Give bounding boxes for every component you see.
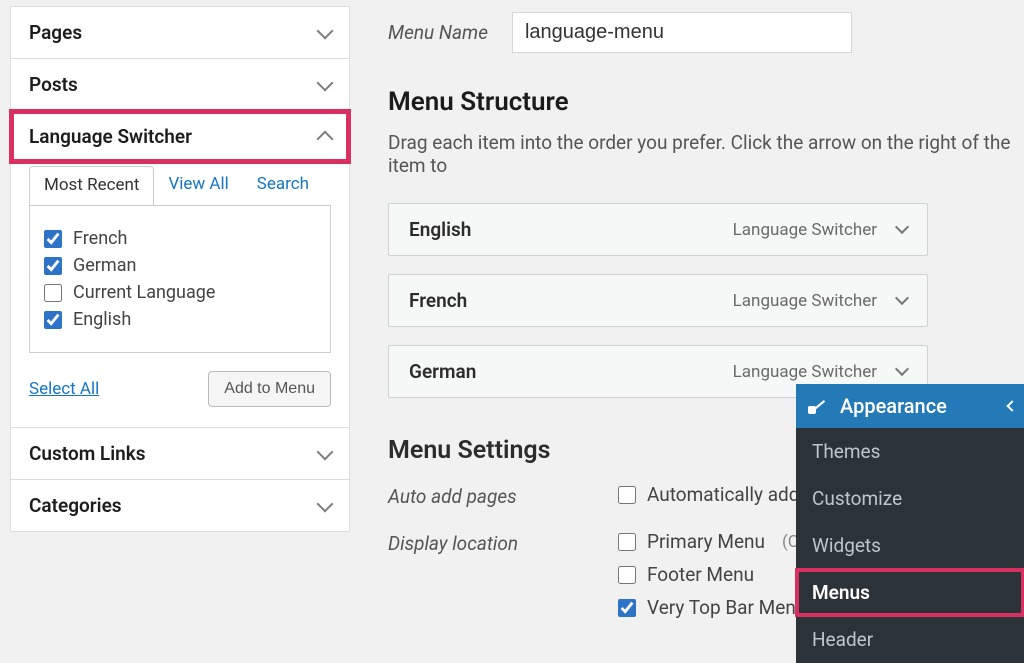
metabox-language-switcher: Language Switcher Most Recent View All S… bbox=[10, 111, 350, 428]
checkbox-german[interactable] bbox=[44, 257, 62, 275]
flyout-header-appearance[interactable]: Appearance bbox=[796, 384, 1024, 428]
checkbox-label: German bbox=[73, 255, 136, 276]
tab-view-all[interactable]: View All bbox=[154, 166, 242, 205]
metabox-head-custom-links[interactable]: Custom Links bbox=[11, 428, 349, 479]
auto-add-pages-option[interactable]: Automatically add n bbox=[618, 483, 815, 506]
metabox-head-language-switcher[interactable]: Language Switcher bbox=[11, 111, 349, 162]
lang-opt-german[interactable]: German bbox=[44, 255, 316, 276]
menu-item-title: English bbox=[409, 218, 471, 241]
menu-structure-title: Menu Structure bbox=[388, 87, 1024, 117]
checkbox-label: French bbox=[73, 228, 127, 249]
metabox-title: Pages bbox=[29, 21, 82, 44]
menu-item-type-label: Language Switcher bbox=[733, 362, 877, 382]
metabox-body-language-switcher: Most Recent View All Search French Germa… bbox=[11, 162, 349, 427]
checkbox-auto-add-pages[interactable] bbox=[618, 486, 636, 504]
settings-label: Display location bbox=[388, 530, 618, 555]
menu-item-title: German bbox=[409, 360, 476, 383]
chevron-down-icon bbox=[317, 74, 334, 91]
chevron-left-icon bbox=[1006, 400, 1017, 411]
checkbox-current-language[interactable] bbox=[44, 284, 62, 302]
chevron-down-icon[interactable] bbox=[895, 361, 909, 375]
chevron-down-icon[interactable] bbox=[895, 219, 909, 233]
flyout-title: Appearance bbox=[840, 394, 947, 418]
flyout-item-header[interactable]: Header bbox=[796, 616, 1024, 663]
lang-switcher-tabs: Most Recent View All Search bbox=[29, 166, 331, 205]
checkbox-label: English bbox=[73, 309, 131, 330]
metabox-title: Categories bbox=[29, 494, 122, 517]
menu-name-label: Menu Name bbox=[388, 21, 488, 44]
metabox-head-pages[interactable]: Pages bbox=[11, 7, 349, 58]
metabox-title: Posts bbox=[29, 73, 78, 96]
checkbox-english[interactable] bbox=[44, 311, 62, 329]
checkbox-french[interactable] bbox=[44, 230, 62, 248]
checkbox-label: Automatically add n bbox=[647, 483, 815, 506]
lang-opt-french[interactable]: French bbox=[44, 228, 316, 249]
metabox-title: Language Switcher bbox=[29, 125, 192, 148]
metabox-pages: Pages bbox=[10, 6, 350, 59]
checkbox-primary-menu[interactable] bbox=[618, 533, 636, 551]
menu-item-type: Language Switcher bbox=[733, 220, 907, 240]
lang-opt-english[interactable]: English bbox=[44, 309, 316, 330]
menu-item[interactable]: French Language Switcher bbox=[388, 274, 928, 327]
flyout-item-widgets[interactable]: Widgets bbox=[796, 522, 1024, 569]
flyout-item-themes[interactable]: Themes bbox=[796, 428, 1024, 475]
menu-item-type: Language Switcher bbox=[733, 362, 907, 382]
chevron-down-icon bbox=[317, 22, 334, 39]
lang-switcher-panel: French German Current Language English bbox=[29, 205, 331, 353]
flyout-item-customize[interactable]: Customize bbox=[796, 475, 1024, 522]
checkbox-label: Primary Menu bbox=[647, 530, 765, 553]
add-to-menu-button[interactable]: Add to Menu bbox=[208, 371, 331, 407]
metabox-actions: Select All Add to Menu bbox=[29, 371, 331, 407]
menu-name-input[interactable] bbox=[512, 12, 852, 53]
metabox-sidebar: Pages Posts Language Switcher Most Recen… bbox=[0, 6, 350, 643]
checkbox-very-top-bar-menu[interactable] bbox=[618, 599, 636, 617]
paint-brush-icon bbox=[808, 396, 828, 416]
checkbox-label: Very Top Bar Menu bbox=[647, 596, 806, 619]
checkbox-label: Current Language bbox=[73, 282, 215, 303]
checkbox-label: Footer Menu bbox=[647, 563, 754, 586]
metabox-title: Custom Links bbox=[29, 442, 146, 465]
metabox-categories: Categories bbox=[10, 480, 350, 532]
menu-item[interactable]: English Language Switcher bbox=[388, 203, 928, 256]
chevron-down-icon[interactable] bbox=[895, 290, 909, 304]
lang-opt-current[interactable]: Current Language bbox=[44, 282, 316, 303]
chevron-down-icon bbox=[317, 495, 334, 512]
admin-menu-flyout: Appearance Themes Customize Widgets Menu… bbox=[796, 384, 1024, 663]
chevron-down-icon bbox=[317, 443, 334, 460]
metabox-head-posts[interactable]: Posts bbox=[11, 59, 349, 110]
menu-name-row: Menu Name bbox=[388, 12, 1024, 53]
select-all-link[interactable]: Select All bbox=[29, 379, 99, 399]
flyout-item-menus[interactable]: Menus bbox=[796, 569, 1024, 616]
menu-item-type-label: Language Switcher bbox=[733, 291, 877, 311]
tab-search[interactable]: Search bbox=[243, 166, 323, 205]
menu-structure-instruction: Drag each item into the order you prefer… bbox=[388, 131, 1024, 177]
chevron-up-icon bbox=[317, 130, 334, 147]
metabox-posts: Posts bbox=[10, 59, 350, 111]
tab-most-recent[interactable]: Most Recent bbox=[29, 166, 154, 205]
metabox-custom-links: Custom Links bbox=[10, 428, 350, 480]
menu-item-type-label: Language Switcher bbox=[733, 220, 877, 240]
metabox-head-categories[interactable]: Categories bbox=[11, 480, 349, 531]
menu-item-title: French bbox=[409, 289, 467, 312]
checkbox-footer-menu[interactable] bbox=[618, 566, 636, 584]
menu-item-type: Language Switcher bbox=[733, 291, 907, 311]
settings-label: Auto add pages bbox=[388, 483, 618, 508]
